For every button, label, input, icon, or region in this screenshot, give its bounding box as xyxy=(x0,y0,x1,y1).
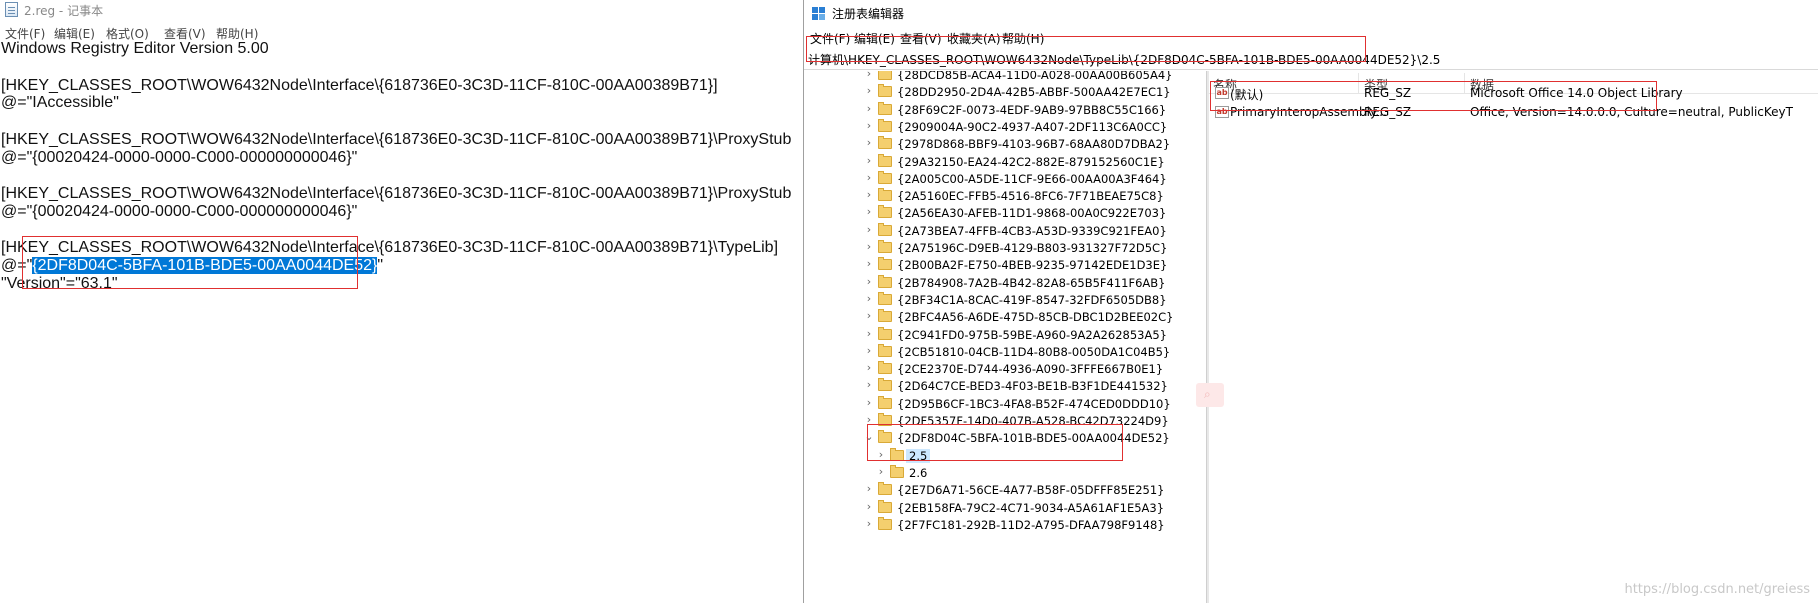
notepad-window: 2.reg - 记事本 文件(F) 编辑(E) 格式(O) 查看(V) 帮助(H… xyxy=(0,0,803,603)
highlight-box-default-value xyxy=(1210,81,1657,111)
chevron-right-icon[interactable]: › xyxy=(864,396,874,409)
regedit-window: 注册表编辑器 文件(F) 编辑(E) 查看(V) 收藏夹(A) 帮助(H) 计算… xyxy=(803,0,1818,603)
folder-icon xyxy=(878,240,892,253)
tree-key-label: {2D64C7CE-BED3-4F03-BE1B-B3F1DE441532} xyxy=(897,379,1168,394)
folder-icon xyxy=(878,222,892,236)
notepad-title: 2.reg - 记事本 xyxy=(24,4,104,18)
text-line: @="IAccessible" xyxy=(1,94,119,111)
chevron-right-icon[interactable]: › xyxy=(864,483,874,495)
chevron-right-icon[interactable]: › xyxy=(864,241,874,253)
chevron-right-icon[interactable]: › xyxy=(864,223,874,236)
chevron-right-icon[interactable]: › xyxy=(864,292,874,305)
tree-key[interactable]: › {2F7FC181-292B-11D2-A795-DFAA798F9148} xyxy=(804,515,1206,535)
folder-icon xyxy=(878,361,892,375)
tree-key-label: {2A5160EC-FFB5-4516-8FC6-7F71BEAE75C8} xyxy=(897,189,1164,204)
tree-key-label: {2F7FC181-292B-11D2-A795-DFAA798F9148} xyxy=(897,517,1165,532)
value-list: 名称 类型 数据 ab (默认) REG_SZ Microsoft Office… xyxy=(1208,71,1818,603)
folder-icon xyxy=(878,101,892,115)
folder-icon xyxy=(878,71,892,80)
folder-icon xyxy=(878,188,892,202)
chevron-right-icon[interactable]: › xyxy=(864,71,874,80)
chevron-right-icon[interactable]: › xyxy=(864,517,874,530)
tree-key-label: {2C941FD0-975B-59BE-A960-9A2A262853A5} xyxy=(897,327,1167,342)
chevron-right-icon[interactable]: › xyxy=(864,137,874,149)
tree-key-label: {2A73BEA7-4FFB-4CB3-A53D-9339C921FEA0} xyxy=(897,223,1167,238)
tree-key-label: {2909004A-90C2-4937-A407-2DF113C6A0CC} xyxy=(897,119,1168,134)
chevron-right-icon[interactable]: › xyxy=(864,85,874,97)
regedit-title: 注册表编辑器 xyxy=(832,7,905,21)
folder-icon xyxy=(878,482,892,496)
folder-icon xyxy=(878,395,892,409)
regedit-titlebar: 注册表编辑器 xyxy=(804,0,1818,26)
folder-icon xyxy=(878,343,892,357)
folder-icon xyxy=(878,136,892,150)
chevron-right-icon[interactable]: › xyxy=(864,102,874,115)
chevron-right-icon[interactable]: › xyxy=(864,379,874,391)
chevron-right-icon[interactable]: › xyxy=(864,327,874,340)
search-overlay-icon: ⌕ xyxy=(1196,383,1224,407)
chevron-right-icon[interactable]: › xyxy=(864,171,874,184)
tree-key-label: {28DD2950-2D4A-42B5-ABBF-500AA42E7EC1} xyxy=(897,85,1171,100)
regedit-app-icon xyxy=(812,7,825,20)
tree-key-label: {2E7D6A71-56CE-4A77-B58F-05DFFF85E251} xyxy=(897,483,1165,498)
chevron-right-icon[interactable]: › xyxy=(864,500,874,513)
folder-icon xyxy=(878,84,892,98)
tree-key-label: {2CE2370E-D744-4936-A090-3FFFE667B0E1} xyxy=(897,362,1164,377)
highlight-box-address xyxy=(806,36,1366,62)
folder-icon xyxy=(878,153,892,167)
folder-icon xyxy=(878,170,892,184)
text-line: Windows Registry Editor Version 5.00 xyxy=(1,40,269,57)
chevron-right-icon[interactable]: › xyxy=(876,465,886,478)
tree-key-label: 2.6 xyxy=(909,465,928,480)
folder-icon xyxy=(878,205,892,219)
key-tree[interactable]: › {28DCD85B-ACA4-11D0-A028-00AA00B605A4} ›… xyxy=(804,71,1206,603)
tree-key-label: {2978D868-BBF9-4103-96B7-68AA80D7DBA2} xyxy=(897,137,1171,152)
folder-icon xyxy=(878,274,892,288)
chevron-right-icon[interactable]: › xyxy=(864,119,874,132)
chevron-right-icon[interactable]: › xyxy=(864,362,874,374)
highlight-box-tree xyxy=(867,424,1123,461)
chevron-right-icon[interactable]: › xyxy=(864,154,874,167)
folder-icon xyxy=(878,118,892,132)
folder-icon xyxy=(890,464,904,478)
tree-key-label: {2D95B6CF-1BC3-4FA8-B52F-474CED0DDD10} xyxy=(897,396,1171,411)
tree-key-label: {2BF34C1A-8CAC-419F-8547-32FDF6505DB8} xyxy=(897,292,1167,307)
sel-suffix: " xyxy=(377,257,384,274)
folder-icon xyxy=(878,309,892,323)
chevron-right-icon[interactable]: › xyxy=(864,258,874,270)
chevron-right-icon[interactable]: › xyxy=(864,310,874,322)
highlight-box-guid xyxy=(22,236,358,289)
tree-key-label: {28F69C2F-0073-4EDF-9AB9-97BB8C55C166} xyxy=(897,102,1167,117)
tree-key-label: {2EB158FA-79C2-4C71-9034-A5A61AF1E5A3} xyxy=(897,500,1165,515)
folder-icon xyxy=(878,378,892,392)
tree-key-label: {2CB51810-04CB-11D4-80B8-0050DA1C04B5} xyxy=(897,344,1171,359)
tree-key-label: {2B784908-7A2B-4B42-82A8-65B5F411F6AB} xyxy=(897,275,1166,290)
notepad-icon xyxy=(5,2,18,17)
text-line: @="{00020424-0000-0000-C000-000000000046… xyxy=(1,203,358,220)
tree-key-label: {2BFC4A56-A6DE-475D-85CB-DBC1D2BEE02C} xyxy=(897,310,1174,325)
text-line: @="{00020424-0000-0000-C000-000000000046… xyxy=(1,149,358,166)
notepad-titlebar: 2.reg - 记事本 xyxy=(0,0,803,20)
chevron-right-icon[interactable]: › xyxy=(864,275,874,288)
folder-icon xyxy=(878,499,892,513)
folder-icon xyxy=(878,326,892,340)
tree-key-label: {2B00BA2F-E750-4BEB-9235-97142EDE1D3E} xyxy=(897,258,1168,273)
tree-key-label: {2A005C00-A5DE-11CF-9E66-00AA00A3F464} xyxy=(897,171,1167,186)
tree-key-label: {2A56EA30-AFEB-11D1-9868-00A0C922E703} xyxy=(897,206,1167,221)
chevron-right-icon[interactable]: › xyxy=(864,344,874,357)
tree-key-label: {29A32150-EA24-42C2-882E-879152560C1E} xyxy=(897,154,1165,169)
folder-icon xyxy=(878,257,892,271)
chevron-right-icon[interactable]: › xyxy=(864,206,874,218)
tree-key-label: {2A75196C-D9EB-4129-B803-931327F72D5C} xyxy=(897,241,1168,255)
tree-key-label: {28DCD85B-ACA4-11D0-A028-00AA00B605A4} xyxy=(897,71,1173,82)
watermark: https://blog.csdn.net/greiess xyxy=(1624,582,1810,597)
chevron-right-icon[interactable]: › xyxy=(864,189,874,201)
folder-icon xyxy=(878,291,892,305)
folder-icon xyxy=(878,516,892,530)
